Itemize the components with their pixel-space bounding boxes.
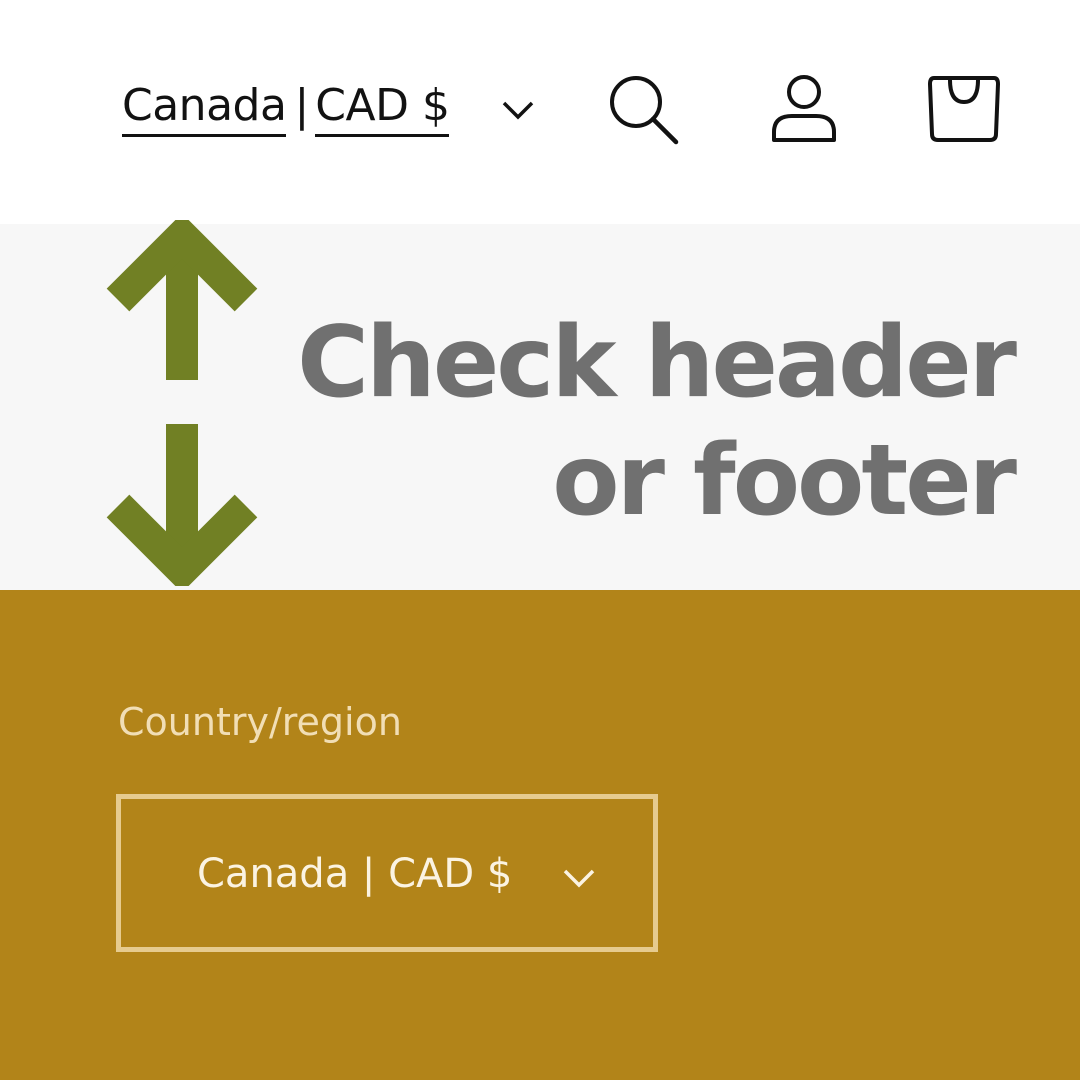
- cart-icon[interactable]: [926, 72, 1002, 148]
- locale-currency-label: CAD $: [315, 78, 450, 137]
- account-icon[interactable]: [766, 72, 842, 148]
- banner-message: Check header or footer: [297, 304, 1017, 540]
- header-country-selector[interactable]: Canada | CAD $: [122, 78, 450, 142]
- banner-line-2: or footer: [552, 424, 1017, 538]
- locale-separator: |: [294, 80, 310, 131]
- locale-country-label: Canada: [122, 78, 287, 137]
- footer-country-selector[interactable]: Canada | CAD $: [116, 794, 658, 952]
- site-header: Canada | CAD $: [0, 0, 1080, 224]
- chevron-down-icon: [559, 861, 599, 895]
- chevron-down-icon[interactable]: [500, 92, 536, 128]
- country-region-label: Country/region: [118, 700, 402, 744]
- arrow-up-icon: [106, 220, 258, 384]
- site-footer: Country/region Canada | CAD $: [0, 590, 1080, 1080]
- footer-selected-value: Canada | CAD $: [197, 851, 513, 897]
- info-banner: Check header or footer: [0, 220, 1080, 590]
- arrow-down-icon: [106, 422, 258, 586]
- banner-line-1: Check header: [297, 306, 1017, 420]
- search-icon[interactable]: [606, 72, 682, 148]
